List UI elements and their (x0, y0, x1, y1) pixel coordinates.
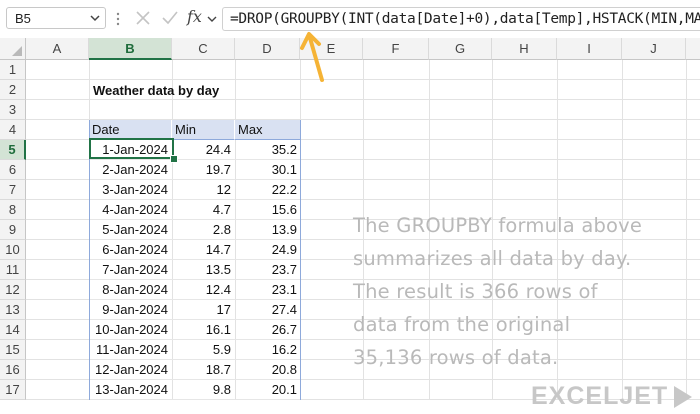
annotation-line: summarizes all data by day. (353, 247, 632, 270)
cell-max[interactable]: 24.9 (235, 240, 301, 260)
cell-date[interactable]: 5-Jan-2024 (89, 220, 172, 240)
table-header-min[interactable]: Min (172, 120, 235, 140)
fill-handle[interactable] (170, 155, 178, 163)
row-header-11[interactable]: 11 (0, 260, 26, 280)
column-header-j[interactable]: J (622, 38, 686, 60)
cell-max[interactable]: 27.4 (235, 300, 301, 320)
row-header-9[interactable]: 9 (0, 220, 26, 240)
row-header-1[interactable]: 1 (0, 60, 26, 80)
cell-max[interactable]: 22.2 (235, 180, 301, 200)
logo-text: EXCELJET (531, 382, 669, 410)
enter-check-icon[interactable] (160, 8, 180, 28)
logo-mark-icon (674, 386, 692, 408)
name-box[interactable]: B5 (6, 7, 106, 29)
cell-max[interactable]: 35.2 (235, 140, 301, 160)
row-header-14[interactable]: 14 (0, 320, 26, 340)
column-header-d[interactable]: D (235, 38, 300, 60)
column-header-c[interactable]: C (172, 38, 235, 60)
expand-chevron-icon[interactable] (207, 14, 217, 24)
row-header-3[interactable]: 3 (0, 100, 26, 120)
cell-min[interactable]: 9.8 (172, 380, 235, 400)
column-header-b[interactable]: B (89, 38, 172, 60)
table-right-border (300, 120, 301, 400)
cell-max[interactable]: 26.7 (235, 320, 301, 340)
row-header-13[interactable]: 13 (0, 300, 26, 320)
cell-date[interactable]: 8-Jan-2024 (89, 280, 172, 300)
cell-min[interactable]: 16.1 (172, 320, 235, 340)
spreadsheet-grid[interactable]: A B C D E F G H I J 1 2 3 4 5 6 7 8 9 10 11 12 13 14 1… (0, 38, 700, 410)
insert-function-button[interactable]: fx (187, 7, 202, 27)
cancel-icon[interactable] (133, 8, 153, 28)
row-header-10[interactable]: 10 (0, 240, 26, 260)
cell-date[interactable]: 2-Jan-2024 (89, 160, 172, 180)
row-header-2[interactable]: 2 (0, 80, 26, 100)
row-header-16[interactable]: 16 (0, 360, 26, 380)
cell-max[interactable]: 13.9 (235, 220, 301, 240)
annotation-line: The result is 366 rows of (353, 280, 598, 303)
cell-min[interactable]: 19.7 (172, 160, 235, 180)
name-box-value: B5 (15, 11, 31, 26)
cell-date[interactable]: 6-Jan-2024 (89, 240, 172, 260)
column-header-h[interactable]: H (492, 38, 557, 60)
row-header-15[interactable]: 15 (0, 340, 26, 360)
select-all-corner[interactable] (0, 38, 26, 60)
cell-max[interactable]: 30.1 (235, 160, 301, 180)
exceljet-logo: EXCELJET (531, 380, 692, 414)
cell-max[interactable]: 23.1 (235, 280, 301, 300)
cell-date[interactable]: 13-Jan-2024 (89, 380, 172, 400)
cell-min[interactable]: 13.5 (172, 260, 235, 280)
column-header-i[interactable]: I (557, 38, 622, 60)
cell-min[interactable]: 17 (172, 300, 235, 320)
row-header-7[interactable]: 7 (0, 180, 26, 200)
annotation-line: The GROUPBY formula above (353, 214, 643, 237)
cell-min[interactable]: 5.9 (172, 340, 235, 360)
cell-max[interactable]: 20.8 (235, 360, 301, 380)
cell-date[interactable]: 12-Jan-2024 (89, 360, 172, 380)
annotation-text: The GROUPBY formula above summarizes all… (353, 209, 693, 374)
cell-min[interactable]: 12.4 (172, 280, 235, 300)
cell-min[interactable]: 12 (172, 180, 235, 200)
cell-max[interactable]: 16.2 (235, 340, 301, 360)
row-header-8[interactable]: 8 (0, 200, 26, 220)
active-cell-b5[interactable] (89, 138, 174, 159)
cell-min[interactable]: 18.7 (172, 360, 235, 380)
cell-max[interactable]: 15.6 (235, 200, 301, 220)
chevron-down-icon[interactable] (89, 12, 101, 24)
drag-handle-icon[interactable] (116, 11, 120, 27)
column-header-f[interactable]: F (363, 38, 429, 60)
column-header-a[interactable]: A (26, 38, 89, 60)
sheet-title: Weather data by day (93, 83, 220, 98)
column-header-k[interactable] (686, 38, 700, 60)
cell-min[interactable]: 2.8 (172, 220, 235, 240)
cell-date[interactable]: 11-Jan-2024 (89, 340, 172, 360)
column-header-g[interactable]: G (429, 38, 492, 60)
cell-max[interactable]: 23.7 (235, 260, 301, 280)
annotation-line: data from the original (353, 313, 571, 336)
cell-max[interactable]: 20.1 (235, 380, 301, 400)
table-header-max[interactable]: Max (235, 120, 301, 140)
row-header-17[interactable]: 17 (0, 380, 26, 400)
row-header-5[interactable]: 5 (0, 140, 26, 160)
cell-date[interactable]: 10-Jan-2024 (89, 320, 172, 340)
cell-date[interactable]: 9-Jan-2024 (89, 300, 172, 320)
pointer-arrow-icon (300, 32, 324, 82)
row-header-12[interactable]: 12 (0, 280, 26, 300)
cell-date[interactable]: 4-Jan-2024 (89, 200, 172, 220)
formula-input[interactable]: =DROP(GROUPBY(INT(data[Date]+0),data[Tem… (222, 7, 700, 31)
formula-text: =DROP(GROUPBY(INT(data[Date]+0),data[Tem… (230, 11, 700, 27)
select-all-icon (12, 46, 22, 56)
formula-bar: B5 fx =DROP(GROUPBY(INT(data[Date]+0),da… (0, 0, 700, 38)
cell-date[interactable]: 7-Jan-2024 (89, 260, 172, 280)
row-header-4[interactable]: 4 (0, 120, 26, 140)
formula-tools: fx (127, 7, 221, 31)
table-left-border (89, 120, 90, 400)
row-header-6[interactable]: 6 (0, 160, 26, 180)
cell-date[interactable]: 3-Jan-2024 (89, 180, 172, 200)
table-header-date[interactable]: Date (89, 120, 172, 140)
cell-min[interactable]: 4.7 (172, 200, 235, 220)
annotation-line: 35,136 rows of data. (353, 346, 559, 369)
cell-min[interactable]: 14.7 (172, 240, 235, 260)
cell-min[interactable]: 24.4 (172, 140, 235, 160)
